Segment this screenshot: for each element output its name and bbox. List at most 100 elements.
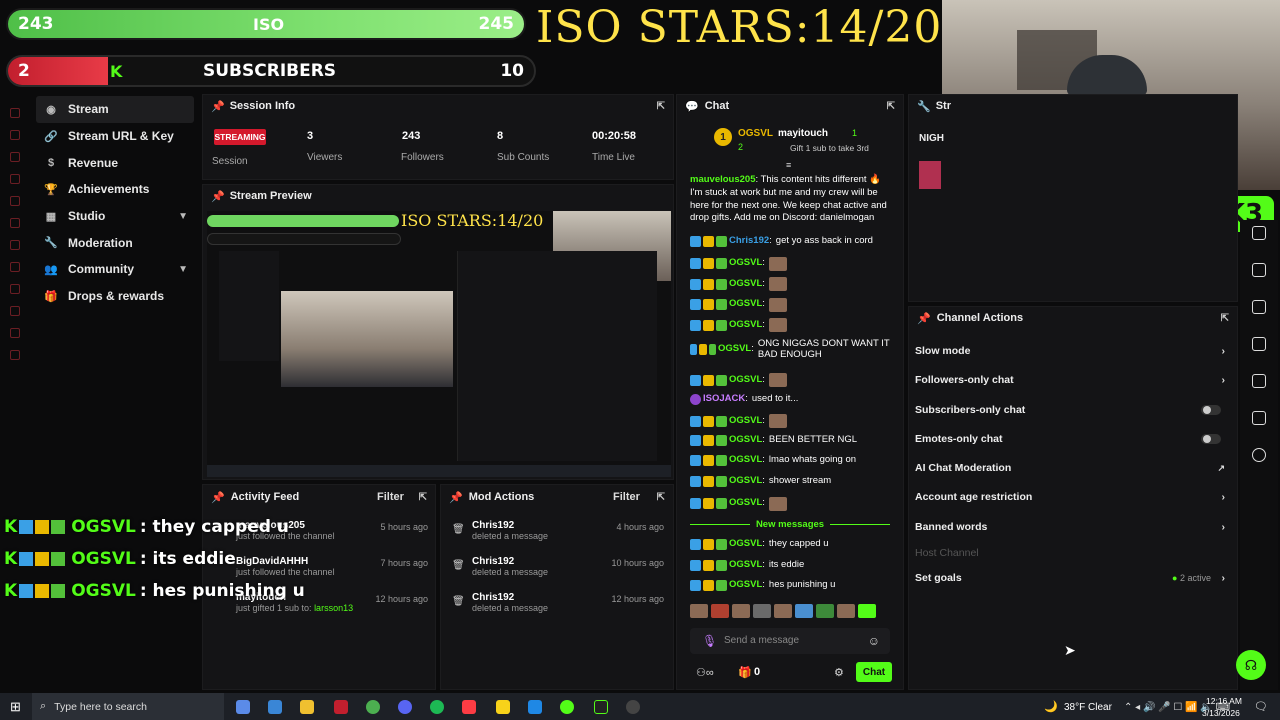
chat-user[interactable]: OGSVL (718, 344, 751, 355)
nav-item-achievements[interactable]: 🏆 Achievements (36, 176, 194, 203)
settings-gear-icon[interactable]: ⚙ (834, 666, 844, 679)
emotes-only-toggle[interactable] (1201, 434, 1221, 444)
nav-item-drops[interactable]: 🎁 Drops & rewards (36, 283, 194, 310)
chat-user[interactable]: ISOJACK (703, 393, 745, 405)
taskbar-app-icon[interactable] (236, 700, 250, 714)
strip-icon[interactable] (10, 174, 20, 184)
popout-icon[interactable]: ⇱ (657, 492, 665, 503)
emote-icon[interactable] (690, 604, 708, 618)
rail-edit-icon[interactable] (1252, 226, 1266, 240)
popout-icon[interactable]: ⇱ (419, 492, 427, 503)
strip-icon[interactable] (10, 306, 20, 316)
subscribers-only-toggle[interactable] (1201, 405, 1221, 415)
taskbar-clock[interactable]: 12:16 AM (1206, 696, 1242, 706)
chat-input-box[interactable]: 🎙 Send a message ☺ (690, 628, 890, 654)
nav-item-community[interactable]: 👥 Community ▼ (36, 256, 194, 283)
pinned-to-user[interactable]: mayitouch (778, 128, 828, 139)
emote-icon[interactable] (858, 604, 876, 618)
infinity-icon[interactable]: ⚇∞ (696, 666, 714, 679)
strip-icon[interactable] (10, 328, 20, 338)
taskbar-app-icon[interactable] (334, 700, 348, 714)
strip-icon[interactable] (10, 284, 20, 294)
support-headset-icon[interactable]: ☊ (1236, 650, 1266, 680)
mic-icon[interactable]: 🎙 (702, 634, 717, 648)
chat-send-button[interactable]: Chat (856, 662, 892, 682)
chat-user[interactable]: OGSVL (729, 374, 762, 386)
banned-words-row[interactable]: Banned words › (915, 520, 1225, 534)
chat-user[interactable]: OGSVL (729, 559, 762, 571)
strip-icon[interactable] (10, 218, 20, 228)
taskbar-app-icon[interactable] (560, 700, 574, 714)
nav-item-stream-url[interactable]: 🔗 Stream URL & Key (36, 123, 194, 150)
rail-broadcast-icon[interactable] (1252, 337, 1266, 351)
notes-icon[interactable] (496, 700, 510, 714)
nav-item-studio[interactable]: ▦ Studio ▼ (36, 203, 194, 230)
strip-icon[interactable] (10, 350, 20, 360)
chat-user[interactable]: OGSVL (729, 278, 762, 290)
followers-only-row[interactable]: Followers-only chat › (915, 373, 1225, 387)
collapse-pinned-icon[interactable]: ≡ (786, 160, 791, 170)
chat-user[interactable]: OGSVL (729, 579, 762, 591)
activity-filter-button[interactable]: Filter (377, 491, 404, 503)
chat-user[interactable]: OGSVL (729, 298, 762, 310)
chat-user[interactable]: OGSVL (729, 257, 762, 269)
emote-icon[interactable] (732, 604, 750, 618)
chat-user[interactable]: OGSVL (729, 538, 762, 550)
gift-icon[interactable]: 🎁 (738, 666, 752, 679)
emote-icon[interactable] (795, 604, 813, 618)
slow-mode-row[interactable]: Slow mode › (915, 344, 1225, 358)
partial-thumb[interactable] (919, 161, 941, 189)
popout-icon[interactable]: ⇱ (887, 101, 895, 112)
chat-user[interactable]: Chris192 (729, 235, 769, 247)
emote-icon[interactable] (753, 604, 771, 618)
strip-icon[interactable] (10, 108, 20, 118)
pinned-from-user[interactable]: OGSVL (738, 128, 773, 139)
chat-input[interactable]: Send a message (724, 635, 799, 646)
taskbar-app-icon[interactable] (528, 700, 542, 714)
emote-icon[interactable] (711, 604, 729, 618)
terminal-icon[interactable] (594, 700, 608, 714)
chat-user[interactable]: OGSVL (729, 434, 762, 446)
strip-icon[interactable] (10, 262, 20, 272)
obs-icon[interactable] (626, 700, 640, 714)
ai-moderation-row[interactable]: AI Chat Moderation ↗ (915, 461, 1225, 475)
popout-icon[interactable]: ⇱ (657, 101, 665, 112)
chat-user[interactable]: OGSVL (729, 454, 762, 466)
taskbar-weather[interactable]: 38°F Clear (1064, 702, 1112, 713)
stream-preview-video[interactable]: ISO STARS:14/20 (207, 211, 671, 477)
emote-icon[interactable] (816, 604, 834, 618)
music-icon[interactable] (462, 700, 476, 714)
strip-icon[interactable] (10, 196, 20, 206)
rail-wrench-icon[interactable] (1252, 411, 1266, 425)
strip-icon[interactable] (10, 240, 20, 250)
rail-layout-icon[interactable] (1252, 374, 1266, 388)
folder-icon[interactable] (300, 700, 314, 714)
taskbar-search-box[interactable]: ⌕ Type here to search (32, 693, 224, 720)
mod-filter-button[interactable]: Filter (613, 491, 640, 503)
set-goals-row[interactable]: Set goals ● 2 active › (915, 571, 1225, 585)
nav-item-stream[interactable]: ◉ Stream (36, 96, 194, 123)
rail-share-icon[interactable] (1252, 448, 1266, 462)
gift-target-user[interactable]: larsson13 (314, 603, 353, 613)
chat-user[interactable]: mauvelous205 (690, 174, 755, 185)
discord-icon[interactable] (398, 700, 412, 714)
notification-icon[interactable]: 🗨 (1254, 700, 1268, 713)
strip-icon[interactable] (10, 130, 20, 140)
emote-icon[interactable] (837, 604, 855, 618)
nav-item-moderation[interactable]: 🔧 Moderation (36, 229, 194, 256)
nav-item-revenue[interactable]: $ Revenue (36, 149, 194, 176)
chat-user[interactable]: OGSVL (729, 497, 762, 509)
emote-icon[interactable] (774, 604, 792, 618)
account-age-row[interactable]: Account age restriction › (915, 490, 1225, 504)
rail-chat-icon[interactable] (1252, 300, 1266, 314)
chat-user[interactable]: OGSVL (729, 319, 762, 331)
spotify-icon[interactable] (430, 700, 444, 714)
taskbar-date[interactable]: 3/13/2026 (1202, 708, 1240, 718)
strip-icon[interactable] (10, 152, 20, 162)
popout-icon[interactable]: ⇱ (1221, 313, 1229, 324)
emoji-icon[interactable]: ☺ (868, 634, 880, 648)
windows-start-icon[interactable]: ⊞ (10, 699, 21, 715)
taskbar-app-icon[interactable] (268, 700, 282, 714)
chat-user[interactable]: OGSVL (729, 475, 762, 487)
chrome-icon[interactable] (366, 700, 380, 714)
